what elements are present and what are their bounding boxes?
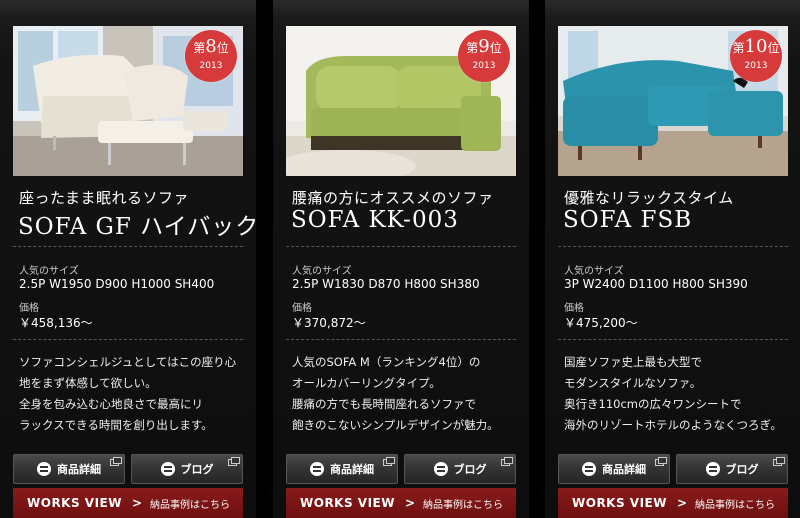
price-label: 価格 — [292, 303, 312, 314]
description-line: 人気のSOFA M（ランキング4位）の — [292, 355, 481, 369]
description-line: 飽きのこないシンプルデザインが魅力。 — [292, 418, 499, 432]
description-line: 海外のリゾートホテルのようなくつろぎ。 — [564, 418, 782, 432]
product-detail-button[interactable]: 商品詳細 — [13, 454, 125, 484]
description-line: モダンスタイルなソファ。 — [564, 376, 702, 390]
rank-prefix: 第 — [193, 41, 206, 55]
rank-badge: 第8位 2013 — [185, 30, 237, 82]
product-card-2: 第9位 2013 腰痛の方にオススメのソファ SOFA KK-003 人気のサイ… — [273, 0, 529, 518]
works-view-button[interactable]: WORKS VIEW > 納品事例はこちら — [558, 488, 788, 518]
rank-number: 9 — [478, 36, 490, 57]
product-subtitle: 座ったまま眠れるソファ — [19, 189, 190, 207]
external-link-icon — [228, 457, 240, 466]
rank-year: 2013 — [199, 61, 223, 71]
product-photo[interactable]: 第9位 2013 — [286, 26, 516, 176]
size-label: 人気のサイズ — [564, 266, 624, 277]
size-value: 2.5P W1830 D870 H800 SH380 — [292, 277, 480, 291]
description-line: ラックスできる時間を創り出します。 — [19, 418, 213, 432]
description-line: ソファコンシェルジュとしてはこの座り心 — [19, 355, 237, 369]
sofa-icon — [310, 462, 324, 476]
works-view-button[interactable]: WORKS VIEW > 納品事例はこちら — [286, 488, 516, 518]
size-label: 人気のサイズ — [19, 266, 79, 277]
divider — [558, 339, 788, 340]
price-value: ￥458,136〜 — [19, 316, 93, 330]
chevron-right-icon: > — [676, 496, 688, 510]
description-line: 全身を包み込む心地良さで最高にリ — [19, 397, 203, 411]
product-subtitle: 腰痛の方にオススメのソファ — [292, 189, 494, 207]
product-card-3: 第10位 2013 優雅なリラックスタイム SOFA FSB 人気のサイズ 3P… — [545, 0, 800, 518]
price-value: ￥475,200〜 — [564, 316, 638, 330]
rank-badge: 第10位 2013 — [730, 30, 782, 82]
works-view-sub: 納品事例はこちら — [150, 499, 231, 511]
product-detail-button[interactable]: 商品詳細 — [286, 454, 398, 484]
product-photo[interactable]: 第10位 2013 — [558, 26, 788, 176]
rank-number: 8 — [205, 36, 217, 57]
works-view-button[interactable]: WORKS VIEW > 納品事例はこちら — [13, 488, 243, 518]
size-value: 3P W2400 D1100 H800 SH390 — [564, 277, 748, 291]
rank-year: 2013 — [744, 61, 768, 71]
product-title[interactable]: SOFA GF ハイバック — [18, 207, 256, 241]
external-link-icon — [110, 457, 122, 466]
chevron-right-icon: > — [404, 496, 416, 510]
sofa-icon — [37, 462, 51, 476]
rank-suffix: 位 — [767, 41, 780, 55]
divider — [286, 246, 516, 247]
rank-prefix: 第 — [732, 41, 745, 55]
divider — [286, 339, 516, 340]
blog-button[interactable]: ブログ — [404, 454, 516, 484]
product-title[interactable]: SOFA FSB — [563, 207, 692, 233]
product-detail-label: 商品詳細 — [602, 463, 646, 476]
price-label: 価格 — [564, 303, 584, 314]
sofa-icon — [160, 462, 175, 476]
blog-label: ブログ — [725, 463, 759, 476]
blog-label: ブログ — [180, 463, 214, 476]
rank-year: 2013 — [472, 61, 496, 71]
product-card-1: 第8位 2013 座ったまま眠れるソファ SOFA GF ハイバック 人気のサイ… — [0, 0, 256, 518]
product-description: ソファコンシェルジュとしてはこの座り心 地をまず体感して欲しい。 全身を包み込む… — [19, 352, 251, 436]
divider — [13, 339, 243, 340]
product-detail-button[interactable]: 商品詳細 — [558, 454, 670, 484]
blog-button[interactable]: ブログ — [131, 454, 243, 484]
works-view-label: WORKS VIEW — [572, 496, 667, 510]
product-detail-label: 商品詳細 — [330, 463, 374, 476]
blog-button[interactable]: ブログ — [676, 454, 788, 484]
product-description: 国産ソファ史上最も大型で モダンスタイルなソファ。 奥行き110cmの広々ワンシ… — [564, 352, 796, 436]
rank-badge: 第9位 2013 — [458, 30, 510, 82]
description-line: 奥行き110cmの広々ワンシートで — [564, 397, 742, 411]
external-link-icon — [773, 457, 785, 466]
rank-suffix: 位 — [216, 41, 229, 55]
external-link-icon — [655, 457, 667, 466]
price-label: 価格 — [19, 303, 39, 314]
divider — [558, 246, 788, 247]
chevron-right-icon: > — [131, 496, 143, 510]
description-line: 腰痛の方でも長時間座れるソファで — [292, 397, 476, 411]
blog-label: ブログ — [453, 463, 487, 476]
works-view-label: WORKS VIEW — [300, 496, 395, 510]
product-photo[interactable]: 第8位 2013 — [13, 26, 243, 176]
product-title[interactable]: SOFA KK-003 — [291, 207, 459, 233]
works-view-sub: 納品事例はこちら — [695, 499, 776, 511]
product-detail-label: 商品詳細 — [57, 463, 101, 476]
sofa-icon — [433, 462, 448, 476]
sofa-icon — [582, 462, 596, 476]
works-view-label: WORKS VIEW — [27, 496, 122, 510]
description-line: 地をまず体感して欲しい。 — [19, 376, 157, 390]
description-line: オールカバーリングタイプ。 — [292, 376, 441, 390]
description-line: 国産ソファ史上最も大型で — [564, 355, 702, 369]
price-value: ￥370,872〜 — [292, 316, 366, 330]
external-link-icon — [383, 457, 395, 466]
product-subtitle: 優雅なリラックスタイム — [564, 189, 734, 207]
divider — [13, 246, 243, 247]
size-value: 2.5P W1950 D900 H1000 SH400 — [19, 277, 215, 291]
size-label: 人気のサイズ — [292, 266, 352, 277]
rank-prefix: 第 — [466, 41, 479, 55]
works-view-sub: 納品事例はこちら — [423, 499, 504, 511]
product-description: 人気のSOFA M（ランキング4位）の オールカバーリングタイプ。 腰痛の方でも… — [292, 352, 524, 436]
rank-number: 10 — [744, 36, 768, 57]
sofa-icon — [705, 462, 720, 476]
external-link-icon — [501, 457, 513, 466]
rank-suffix: 位 — [489, 41, 502, 55]
